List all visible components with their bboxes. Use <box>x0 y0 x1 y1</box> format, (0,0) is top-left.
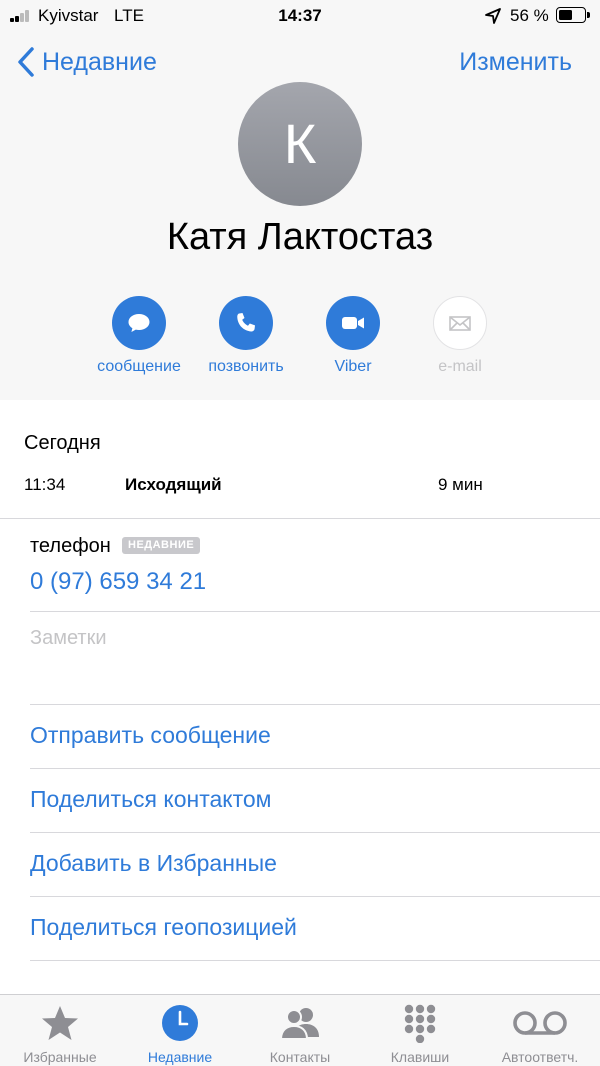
avatar: К <box>238 82 362 206</box>
star-icon <box>42 1006 78 1040</box>
back-button[interactable]: Недавние <box>16 44 157 80</box>
message-action-button[interactable]: сообщение <box>89 296 189 376</box>
chevron-left-icon <box>18 47 34 77</box>
location-arrow-icon <box>485 8 501 24</box>
action-label: позвонить <box>208 358 284 375</box>
tab-keypad[interactable]: Клавиши <box>360 995 480 1066</box>
divider <box>30 704 600 705</box>
tab-favorites[interactable]: Избранные <box>0 995 120 1066</box>
clock-icon <box>162 1005 198 1041</box>
tab-contacts[interactable]: Контакты <box>240 995 360 1066</box>
tab-bar: Избранные Недавние Контакты Клавиши Авто… <box>0 994 600 1066</box>
call-time: 11:34 <box>24 475 66 494</box>
tab-label: Недавние <box>147 1049 213 1065</box>
add-to-favorites-link[interactable]: Добавить в Избранные <box>30 850 277 877</box>
divider <box>30 611 600 612</box>
back-button-label: Недавние <box>42 47 157 76</box>
tab-label: Автоответч. <box>501 1049 579 1065</box>
share-location-link[interactable]: Поделиться геопозицией <box>30 914 297 941</box>
tab-label: Контакты <box>269 1049 331 1065</box>
recent-badge: НЕДАВНИЕ <box>122 537 201 554</box>
contacts-icon <box>280 1008 319 1040</box>
call-action-button[interactable]: позвонить <box>196 296 296 376</box>
call-duration: 9 мин <box>438 475 483 494</box>
recent-calls-day: Сегодня <box>24 432 101 454</box>
action-label: e-mail <box>438 358 482 375</box>
email-action-button[interactable]: e-mail <box>410 296 510 376</box>
tab-recents[interactable]: Недавние <box>120 995 240 1066</box>
contact-name: Катя Лактостаз <box>166 216 434 258</box>
action-label: Viber <box>334 358 372 375</box>
divider <box>30 832 600 833</box>
divider <box>30 896 600 897</box>
status-bar: Kyivstar LTE 14:37 56 % <box>0 0 600 30</box>
viber-action-button[interactable]: Viber <box>303 296 403 376</box>
notes-field[interactable]: Заметки <box>30 627 107 650</box>
divider <box>0 518 600 519</box>
send-message-link[interactable]: Отправить сообщение <box>30 722 271 749</box>
edit-button[interactable]: Изменить <box>459 44 572 80</box>
tab-voicemail[interactable]: Автоответч. <box>480 995 600 1066</box>
share-contact-link[interactable]: Поделиться контактом <box>30 786 271 813</box>
divider <box>30 960 600 961</box>
action-label: сообщение <box>97 358 181 375</box>
phone-number-link[interactable]: 0 (97) 659 34 21 <box>30 568 206 596</box>
keypad-icon <box>404 1004 436 1043</box>
call-type: Исходящий <box>125 475 222 494</box>
tab-label: Клавиши <box>390 1049 450 1065</box>
message-icon <box>128 314 150 332</box>
divider <box>30 768 600 769</box>
video-icon <box>342 317 364 329</box>
mail-icon <box>449 316 471 331</box>
battery-icon <box>556 7 590 23</box>
battery-percent: 56 % <box>510 6 549 25</box>
voicemail-icon <box>513 1011 567 1035</box>
phone-icon <box>237 313 255 332</box>
phone-label: телефон <box>30 535 111 557</box>
tab-label: Избранные <box>23 1049 97 1065</box>
